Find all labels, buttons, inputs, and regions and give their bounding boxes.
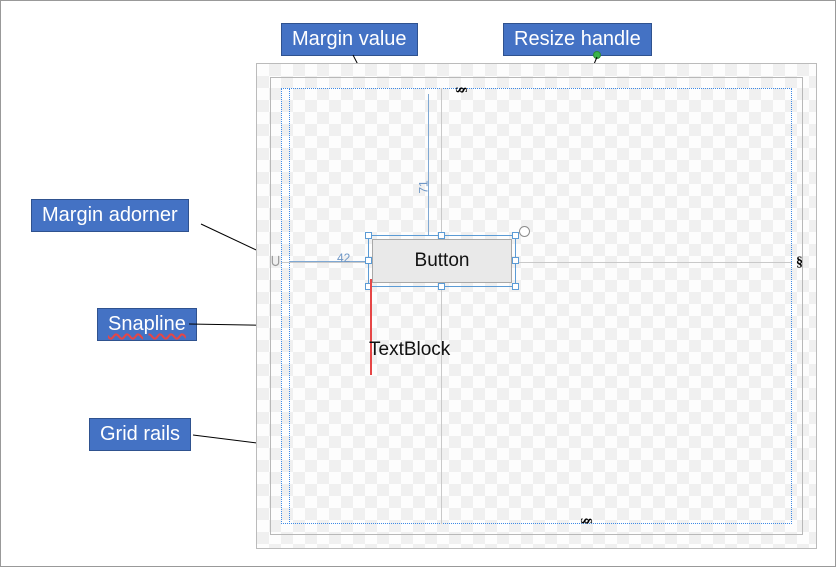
designer-button-control[interactable]: Button [372,239,512,283]
callout-margin-adorner: Margin adorner [31,199,189,232]
margin-line-top [428,94,429,235]
designer-textblock-control[interactable]: TextBlock [369,339,450,361]
grid-column-sizer-bottom[interactable]: § [578,518,594,525]
grid-row-divider[interactable] [281,262,792,263]
callout-grid-rails: Grid rails [89,418,191,451]
designer-button-label: Button [415,250,470,272]
margin-adorner-icon[interactable]: ⊃ [266,254,286,267]
margin-value-left: 42 [335,251,352,265]
margin-value-top: 71 [417,178,431,195]
grid-rail-left-inner[interactable] [289,88,290,524]
grid-rails[interactable] [281,88,792,524]
callout-resize-handle: Resize handle [503,23,652,56]
grid-column-sizer-top[interactable]: § [453,87,469,94]
design-surface[interactable]: § § § 71 42 ⊃ Button TextBlock [256,63,817,549]
callout-snapline: Snapline [97,308,197,341]
rotation-handle-icon[interactable] [519,226,530,237]
callout-margin-value: Margin value [281,23,418,56]
margin-line-left [289,261,368,262]
grid-column-divider[interactable] [441,88,442,524]
grid-row-sizer-right[interactable]: § [796,255,803,271]
resize-handle-origin-dot [593,51,601,59]
callout-snapline-text: Snapline [108,313,186,335]
